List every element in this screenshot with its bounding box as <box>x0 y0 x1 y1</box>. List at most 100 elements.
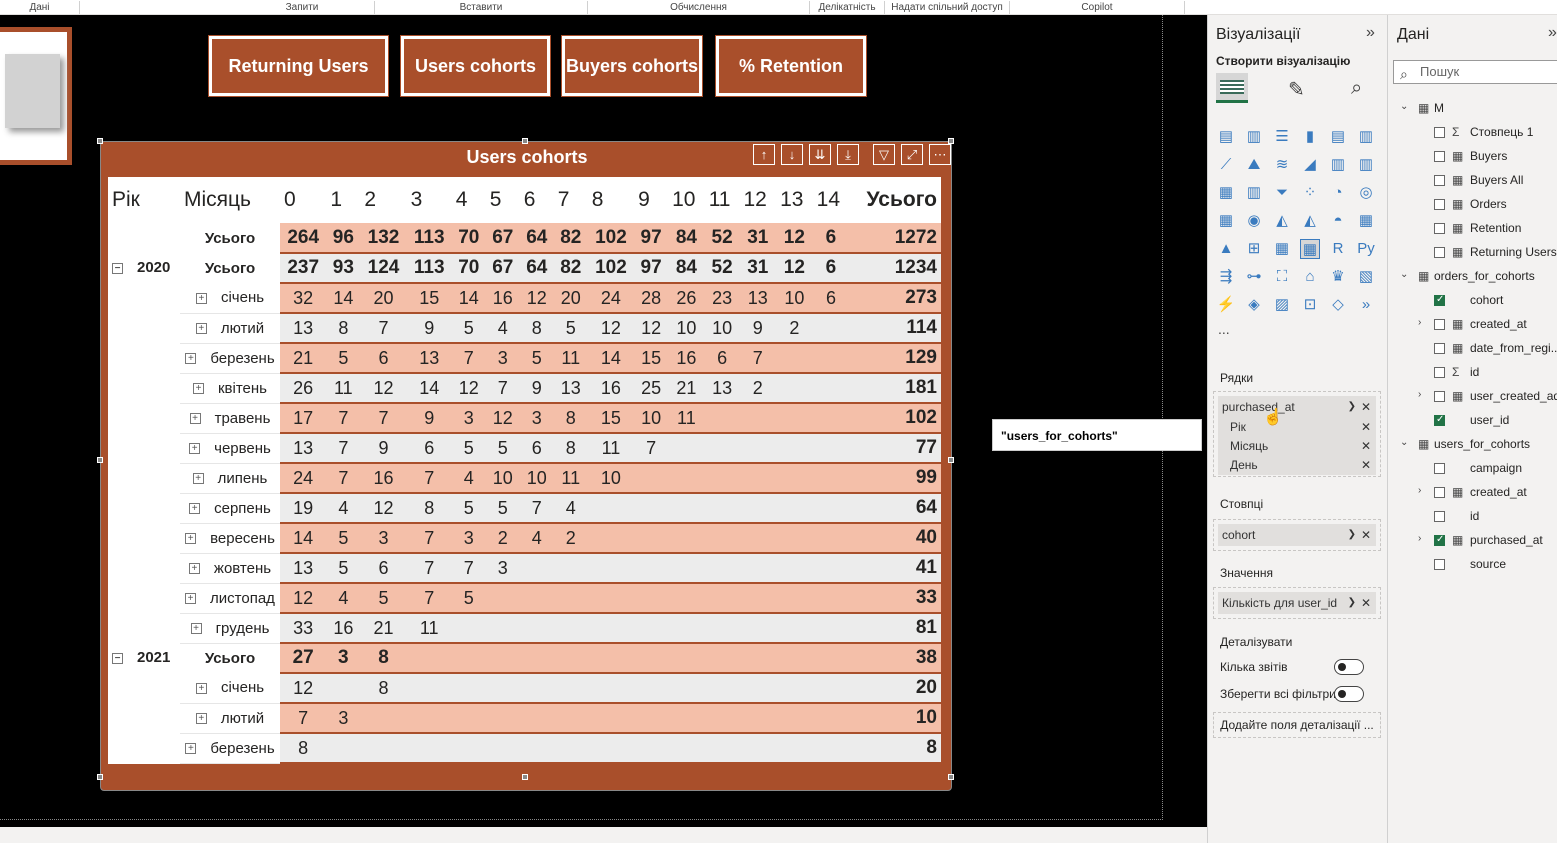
table-cell[interactable]: 7 <box>739 343 777 374</box>
table-cell[interactable]: 11 <box>668 403 705 434</box>
table-cell[interactable] <box>406 703 452 734</box>
row-total-cell[interactable]: 10 <box>849 703 941 734</box>
expand-icon[interactable]: + <box>192 383 204 395</box>
table-row[interactable]: + серпень 19 4 12 8 5 5 7 4 64 <box>108 493 941 524</box>
table-cell[interactable] <box>704 733 740 764</box>
field-checkbox[interactable] <box>1434 487 1445 498</box>
table-cell[interactable]: 67 <box>485 253 520 284</box>
table-cell[interactable]: 8 <box>406 493 452 524</box>
table-cell[interactable]: 23 <box>704 283 740 314</box>
resize-handle[interactable] <box>97 457 103 463</box>
table-row[interactable]: + червень 13 7 9 6 5 5 6 8 11 7 77 <box>108 433 941 464</box>
row-total-cell[interactable]: 273 <box>849 283 941 314</box>
resize-handle[interactable] <box>97 138 103 144</box>
table-cell[interactable]: 4 <box>326 583 361 614</box>
table-row[interactable]: + лютий 7 3 10 <box>108 703 941 734</box>
visual-type-icon[interactable]: ◔ <box>1328 183 1348 203</box>
ribbon-group-data[interactable]: Дані <box>0 1 80 14</box>
table-cell[interactable] <box>704 673 740 704</box>
table-cell[interactable] <box>451 613 486 644</box>
field-checkbox[interactable] <box>1434 511 1445 522</box>
table-cell[interactable] <box>634 493 669 524</box>
table-cell[interactable]: 7 <box>326 463 361 494</box>
visual-type-icon[interactable]: ◢ <box>1300 155 1320 175</box>
table-cell[interactable]: 5 <box>360 583 407 614</box>
table-cell[interactable] <box>485 583 520 614</box>
resize-handle[interactable] <box>948 774 954 780</box>
data-tree-item[interactable]: › ▦ created_at <box>1388 315 1557 335</box>
table-cell[interactable] <box>668 523 705 554</box>
table-cell[interactable]: 16 <box>587 373 635 404</box>
columns-well[interactable]: cohort ❯ ✕ <box>1213 519 1381 551</box>
data-tree-item[interactable]: › ▦ created_at <box>1388 483 1557 503</box>
row-total-cell[interactable]: 77 <box>849 433 941 464</box>
cross-report-toggle[interactable] <box>1334 659 1364 675</box>
table-cell[interactable] <box>634 613 669 644</box>
row-total-cell[interactable]: 64 <box>849 493 941 524</box>
data-tree-item[interactable]: Σ Стовпець 1 <box>1388 123 1557 143</box>
table-cell[interactable] <box>704 613 740 644</box>
month-cell[interactable]: + лютий <box>180 313 280 344</box>
table-cell[interactable] <box>634 733 669 764</box>
table-cell[interactable] <box>406 673 452 704</box>
header-col[interactable]: 1 <box>326 177 361 223</box>
expand-icon[interactable]: + <box>189 503 201 515</box>
table-cell[interactable]: 93 <box>326 253 361 284</box>
table-cell[interactable]: 84 <box>668 253 705 284</box>
chevron-right-icon[interactable]: › <box>1418 485 1421 496</box>
table-cell[interactable]: 5 <box>326 523 361 554</box>
table-cell[interactable] <box>668 553 705 584</box>
rows-well[interactable]: purchased_at ❯ ✕ Рік ✕ Місяць ✕ День ✕ <box>1213 391 1381 477</box>
data-tree-item[interactable]: › ▦ user_created_ad <box>1388 387 1557 407</box>
row-total-cell[interactable]: 129 <box>849 343 941 374</box>
table-cell[interactable] <box>739 493 777 524</box>
visual-type-icon[interactable]: ▲ <box>1216 239 1236 259</box>
table-cell[interactable]: 14 <box>451 283 486 314</box>
visual-type-icon[interactable]: ▮ <box>1300 127 1320 147</box>
table-cell[interactable]: 4 <box>451 463 486 494</box>
table-row[interactable]: Усього 264 96 132 113 70 67 64 82 102 97 84 52 31 12 6 1… <box>108 223 941 254</box>
table-cell[interactable]: 27 <box>280 643 327 674</box>
table-cell[interactable]: 3 <box>326 643 361 674</box>
expand-icon[interactable]: + <box>195 713 207 725</box>
table-cell[interactable]: 13 <box>704 373 740 404</box>
table-cell[interactable] <box>634 523 669 554</box>
table-cell[interactable]: 113 <box>406 253 452 284</box>
table-cell[interactable]: 21 <box>280 343 327 374</box>
table-row[interactable]: + березень 8 8 <box>108 733 941 764</box>
table-cell[interactable] <box>587 583 635 614</box>
table-cell[interactable]: 13 <box>553 373 588 404</box>
table-cell[interactable]: 10 <box>485 463 520 494</box>
field-checkbox[interactable] <box>1434 247 1445 258</box>
table-row[interactable]: + листопад 12 4 5 7 5 33 <box>108 583 941 614</box>
table-cell[interactable]: 5 <box>451 583 486 614</box>
table-cell[interactable]: 7 <box>406 463 452 494</box>
expand-all-down-icon[interactable]: ⇊ <box>809 144 831 165</box>
chevron-right-icon[interactable]: › <box>1418 389 1421 400</box>
table-cell[interactable]: 12 <box>485 403 520 434</box>
table-cell[interactable]: 13 <box>280 433 327 464</box>
table-cell[interactable]: 11 <box>553 343 588 374</box>
table-cell[interactable]: 6 <box>704 343 740 374</box>
filter-icon[interactable]: ▽ <box>873 144 895 165</box>
returning-users-button[interactable]: Returning Users <box>209 36 388 96</box>
table-cell[interactable]: 5 <box>553 313 588 344</box>
table-cell[interactable]: 8 <box>280 733 327 764</box>
table-cell[interactable]: 2 <box>739 373 777 404</box>
table-cell[interactable] <box>485 703 520 734</box>
month-cell[interactable]: + березень <box>180 343 280 374</box>
header-col[interactable]: 14 <box>812 177 850 223</box>
table-cell[interactable]: 96 <box>326 223 361 254</box>
table-cell[interactable]: 4 <box>553 493 588 524</box>
table-cell[interactable]: 82 <box>553 223 588 254</box>
table-cell[interactable] <box>553 733 588 764</box>
expand-icon[interactable]: + <box>190 623 202 635</box>
table-cell[interactable]: 13 <box>280 553 327 584</box>
table-row[interactable]: + січень 32 14 20 15 14 16 12 20 24 28 26 23 13 10 6 273 <box>108 283 941 314</box>
table-cell[interactable]: 3 <box>360 523 407 554</box>
visual-type-icon[interactable]: ♛ <box>1328 267 1348 287</box>
table-cell[interactable]: 97 <box>634 223 669 254</box>
visual-type-icon[interactable]: ▤ <box>1216 127 1236 147</box>
table-cell[interactable]: 3 <box>451 403 486 434</box>
visual-type-icon[interactable]: ⊞ <box>1244 239 1264 259</box>
